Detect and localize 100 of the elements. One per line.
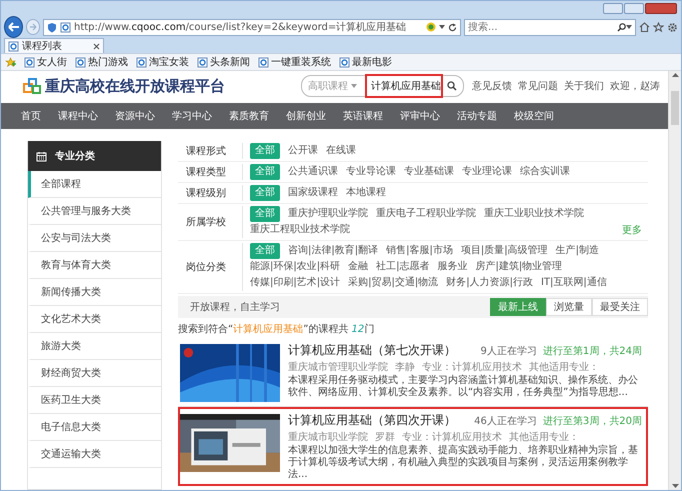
nav-link[interactable]: 校级空间 — [514, 109, 554, 123]
course-title[interactable]: 计算机应用基础（第七次开课） — [288, 342, 475, 359]
filter-option[interactable]: 生产|制造 — [556, 243, 599, 259]
teacher-name: 李静 — [395, 360, 415, 374]
filter-option[interactable]: 项目|质量|高级管理 — [460, 243, 548, 259]
sidebar-item[interactable]: 公安与司法大类 — [28, 225, 161, 252]
favorite-link[interactable]: 女人街 — [24, 55, 67, 69]
sidebar-item[interactable]: 医药卫生大类 — [28, 387, 161, 414]
refresh-icon — [448, 22, 457, 32]
address-bar[interactable]: http://www.cqooc.com/course/list?key=2&keyword=计算机应用基础 — [43, 18, 461, 36]
filter-option[interactable]: 公共通识课 — [288, 164, 338, 180]
filter-label: 课程形式 — [178, 143, 243, 159]
course-card[interactable]: 计算机应用基础（第七次开课） 9人正在学习 进行至第1周，共24周 重庆城市管理职业学院 李静 专业：计算机应用技术 其他适用专业： 本课程采用任务驱动模式，主要学习内容涵盖计算机基础知识、操作系统、办公软件、网络应用、计算机安全及素养。以“内容实用，任务典型”为指导思想... — [178, 338, 648, 407]
nav-link[interactable]: 学习中心 — [172, 109, 212, 123]
scrollbar[interactable] — [668, 71, 681, 490]
other-majors: 其他适用专业： — [509, 430, 579, 444]
filter-option[interactable]: 本地课程 — [346, 185, 386, 201]
search-field[interactable]: 搜索... — [464, 18, 636, 36]
settings-icon[interactable] — [667, 22, 678, 32]
favorite-link[interactable]: 最新电影 — [339, 55, 392, 69]
filter-option[interactable]: 专业导论课 — [346, 164, 396, 180]
header-link[interactable]: 意见反馈 — [472, 79, 512, 93]
learner-count: 9人正在学习 — [480, 345, 537, 358]
close-icon[interactable] — [93, 42, 100, 50]
course-card[interactable]: 计算机应用基础（第四次开课） 46人正在学习 进行至第3周，共20周 重庆城市职业学院 罗群 专业：计算机应用技术 其他适用专业： 本课程以加强大学生的信息素养、提高实践动手能力、培养职业精神为宗旨，基于计算机等级考试大纲，有机融入典型的实践项目与案例，灵活运用案例教学法... — [178, 407, 648, 486]
sidebar-item[interactable]: 旅游大类 — [28, 333, 161, 360]
filter-option[interactable]: 财务|人力资源|行政 — [446, 275, 533, 291]
favorite-link[interactable]: 头条新闻 — [197, 55, 250, 69]
favorite-link[interactable]: 淘宝女装 — [136, 55, 189, 69]
nav-link[interactable]: 资源中心 — [115, 109, 155, 123]
search-icon — [617, 22, 626, 32]
course-title[interactable]: 计算机应用基础（第四次开课） — [288, 412, 468, 429]
sidebar-item[interactable]: 公共管理与服务大类 — [28, 198, 161, 225]
scroll-thumb[interactable] — [671, 91, 679, 125]
filter-option[interactable]: 专业基础课 — [404, 164, 454, 180]
sidebar-title: 专业分类 — [55, 150, 95, 163]
header-link[interactable]: 关于我们 — [564, 79, 604, 93]
filter-option[interactable]: 重庆工业职业技术学院 — [484, 206, 584, 222]
header-link[interactable]: 欢迎，赵涛 — [610, 79, 660, 93]
search-bar[interactable]: 高职课程 计算机应用基础 — [301, 75, 464, 97]
sidebar-item[interactable]: 教育与体育大类 — [28, 252, 161, 279]
filter-option[interactable]: 销售|客服|市场 — [386, 243, 453, 259]
down-arrow-icon — [672, 484, 678, 488]
dropdown-icon — [626, 25, 632, 29]
sidebar-item[interactable]: 文化艺术大类 — [28, 306, 161, 333]
maximize-icon[interactable] — [624, 3, 644, 14]
site-title: 重庆高校在线开放课程平台 — [45, 76, 225, 96]
filter-option[interactable]: 专业理论课 — [462, 164, 512, 180]
filter-option[interactable]: 社工|志愿者 — [376, 259, 430, 275]
header-link[interactable]: 常见问题 — [518, 79, 558, 93]
nav-link[interactable]: 首页 — [21, 109, 41, 123]
search-input[interactable]: 计算机应用基础 — [365, 74, 443, 98]
home-icon[interactable] — [639, 22, 650, 32]
filter-option[interactable]: 服务业 — [437, 259, 468, 275]
sidebar-item[interactable]: 财经商贸大类 — [28, 360, 161, 387]
filter-option[interactable]: IT|互联网|通信 — [540, 275, 607, 291]
course-description: 本课程以加强大学生的信息素养、提高实践动手能力、培养职业精神为宗旨，基于计算机等级考试大纲，有机融入典型的实践项目与案例，灵活运用案例教学法... — [288, 445, 639, 481]
nav-link[interactable]: 评审中心 — [400, 109, 440, 123]
nav-link[interactable]: 素质教育 — [229, 109, 269, 123]
filter-option[interactable]: 能源|环保|农业|科研 — [250, 259, 340, 275]
up-arrow-icon — [672, 73, 678, 77]
sort-button[interactable]: 浏览量 — [546, 298, 592, 316]
caret-icon — [351, 84, 357, 88]
back-button[interactable] — [4, 16, 24, 38]
minimize-icon[interactable] — [603, 3, 623, 14]
left-arrow-icon — [8, 22, 20, 32]
sidebar-item[interactable]: 全部课程 — [28, 171, 161, 198]
star-icon[interactable] — [653, 22, 664, 32]
filter-option[interactable]: 综合实训课 — [520, 164, 570, 180]
nav-link[interactable]: 英语课程 — [343, 109, 383, 123]
nav-link[interactable]: 课程中心 — [58, 109, 98, 123]
favorite-link[interactable]: 一键重装系统 — [258, 55, 331, 69]
other-majors: 其他适用专业： — [529, 360, 599, 374]
filter-option[interactable]: 在线课 — [326, 143, 356, 159]
shield-icon — [47, 22, 57, 32]
filter-option[interactable]: 重庆电子工程职业学院 — [376, 206, 476, 222]
filter-option[interactable]: 咨询|法律|教育|翻译 — [288, 243, 378, 259]
filter-option[interactable]: 国家级课程 — [288, 185, 338, 201]
filter-label: 课程级别 — [178, 185, 243, 201]
sidebar-item[interactable]: 新闻传播大类 — [28, 279, 161, 306]
course-progress: 进行至第1周，共24周 — [542, 344, 642, 358]
favorites-star-icon[interactable] — [5, 56, 16, 68]
nav-link[interactable]: 活动专题 — [457, 109, 497, 123]
filter-option[interactable]: 房产|建筑|物业管理 — [475, 259, 562, 275]
teacher-name: 罗群 — [375, 431, 395, 444]
filter-option[interactable]: 重庆护理职业学院 — [288, 206, 368, 222]
filter-option[interactable]: 公开课 — [288, 143, 318, 159]
favorite-link[interactable]: 热门游戏 — [75, 55, 128, 69]
filter-option[interactable]: 重庆工程职业技术学院 — [250, 222, 350, 238]
filter-option[interactable]: 采购|贸易|交通|物流 — [348, 275, 438, 291]
forward-button[interactable] — [26, 19, 40, 35]
nav-link[interactable]: 创新创业 — [286, 109, 326, 123]
filter-option[interactable]: 传媒|印刷|艺术|设计 — [250, 275, 340, 291]
filter-option[interactable]: 金融 — [348, 259, 368, 275]
page-icon — [75, 56, 86, 68]
browser-tab[interactable]: 课程列表 — [4, 38, 104, 53]
search-icon[interactable] — [447, 81, 457, 91]
sort-button[interactable]: 最受关注 — [592, 298, 648, 316]
sidebar-item[interactable]: 交通运输大类 — [28, 441, 161, 468]
sidebar-item[interactable]: 电子信息大类 — [28, 414, 161, 441]
